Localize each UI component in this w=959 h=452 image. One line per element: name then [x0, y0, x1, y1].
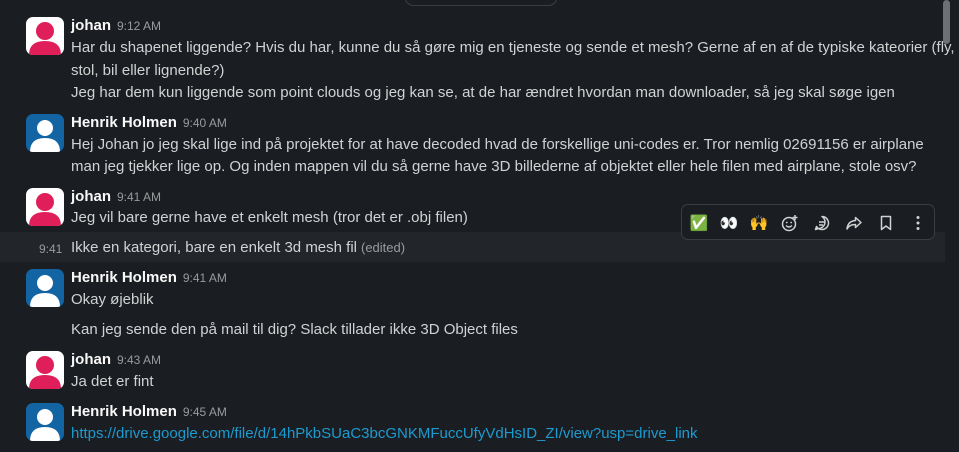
more-actions-icon[interactable]	[906, 211, 930, 235]
timestamp[interactable]: 9:41 AM	[183, 271, 227, 285]
avatar-henrik-holmen[interactable]	[26, 403, 64, 441]
message-text: stol, bil eller lignende?)	[71, 62, 225, 79]
message-text: https://drive.google.com/file/d/14hPkbSU…	[71, 422, 931, 445]
timestamp[interactable]: 9:45 AM	[183, 405, 227, 419]
check-mark-reaction-icon[interactable]: ✅	[687, 211, 711, 235]
message-text: Jeg har dem kun liggende som point cloud…	[71, 84, 895, 101]
raised-hands-reaction-icon[interactable]: 🙌	[747, 211, 771, 235]
edited-label: (edited)	[361, 240, 406, 255]
message-text: man jeg tjekker lige op. Og inden mappen…	[71, 158, 917, 175]
timestamp[interactable]: 9:12 AM	[117, 19, 161, 33]
message-text: Okay øjeblik	[71, 291, 154, 308]
eyes-reaction-icon[interactable]: 👀	[717, 211, 741, 235]
author-name[interactable]: Henrik Holmen 9:45 AM	[71, 403, 227, 421]
message-actions-toolbar: ✅ 👀 🙌	[681, 204, 935, 240]
timestamp[interactable]: 9:43 AM	[117, 353, 161, 367]
timestamp[interactable]: 9:40 AM	[183, 116, 227, 130]
avatar-henrik-holmen[interactable]	[26, 114, 64, 152]
scrollbar-thumb[interactable]	[943, 0, 950, 44]
author-name[interactable]: johan 9:12 AM	[71, 17, 161, 35]
new-messages-pill[interactable]	[404, 0, 558, 6]
message-text: Ja det er fint	[71, 373, 154, 390]
avatar-henrik-holmen[interactable]	[26, 269, 64, 307]
bookmark-icon[interactable]	[874, 211, 898, 235]
avatar-johan[interactable]	[26, 188, 64, 226]
add-reaction-icon[interactable]	[778, 211, 802, 235]
timestamp[interactable]: 9:41 AM	[117, 190, 161, 204]
message-text: Har du shapenet liggende? Hvis du har, k…	[71, 39, 955, 56]
author-name[interactable]: Henrik Holmen 9:41 AM	[71, 269, 227, 287]
avatar-johan[interactable]	[26, 17, 64, 55]
avatar-johan[interactable]	[26, 351, 64, 389]
author-name[interactable]: Henrik Holmen 9:40 AM	[71, 114, 227, 132]
message-text: Hej Johan jo jeg skal lige ind på projek…	[71, 136, 924, 153]
reply-in-thread-icon[interactable]	[810, 211, 834, 235]
author-name[interactable]: johan 9:43 AM	[71, 351, 161, 369]
author-name[interactable]: johan 9:41 AM	[71, 188, 161, 206]
timestamp[interactable]: 9:41	[39, 242, 62, 256]
message-text: Kan jeg sende den på mail til dig? Slack…	[71, 321, 518, 338]
drive-link[interactable]: https://drive.google.com/file/d/14hPkbSU…	[71, 425, 698, 442]
forward-icon[interactable]	[842, 211, 866, 235]
